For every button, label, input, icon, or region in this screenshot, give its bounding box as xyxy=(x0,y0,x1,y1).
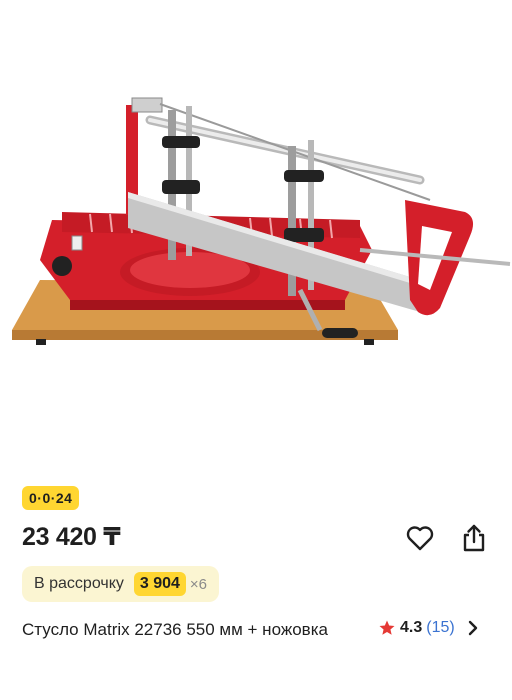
product-title: Стусло Matrix 22736 550 мм + ножовка xyxy=(22,620,328,639)
installment-amount: 3 904 xyxy=(133,572,186,596)
share-icon xyxy=(463,524,485,552)
share-button[interactable] xyxy=(456,520,492,556)
star-icon xyxy=(379,620,395,635)
heart-icon xyxy=(406,526,434,551)
rating-score: 4.3 xyxy=(400,619,423,636)
installment-badge: 0·0·24 xyxy=(22,486,80,510)
product-actions xyxy=(400,520,496,556)
rating-count: (15) xyxy=(426,619,455,636)
installment-multiplier: ×6 xyxy=(189,575,208,593)
miter-saw-illustration xyxy=(12,97,511,345)
product-image[interactable] xyxy=(0,0,512,470)
favorite-button[interactable] xyxy=(402,520,438,556)
product-price: 23 420 ₸ xyxy=(22,523,121,551)
installment-label: В рассрочку xyxy=(34,575,124,592)
rating-link[interactable]: 4.3 (15) xyxy=(378,616,479,640)
installment-offer[interactable]: В рассрочку 3 904 ×6 xyxy=(22,566,220,602)
chevron-right-icon xyxy=(468,620,477,636)
